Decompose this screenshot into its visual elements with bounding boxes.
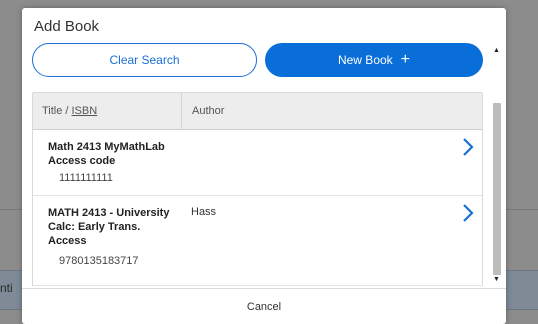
table-row[interactable]: Math 2413 MyMathLab Access code 11111111… <box>33 130 482 196</box>
column-header-author[interactable]: Author <box>182 93 224 129</box>
dialog-footer: Cancel <box>22 288 506 324</box>
scrollbar-thumb[interactable] <box>493 103 501 275</box>
background-partial-text: nti <box>0 281 13 295</box>
results-scroll-area[interactable]: Title / ISBN Author Math 2413 MyMathLab … <box>22 86 506 286</box>
scroll-down-arrow-icon[interactable]: ▼ <box>493 276 500 283</box>
add-book-dialog: Add Book Clear Search New Book + Title /… <box>22 8 506 324</box>
table-row[interactable]: MATH 2413 - University Calc: Early Trans… <box>33 196 482 286</box>
cancel-button[interactable]: Cancel <box>247 301 281 313</box>
clear-search-button[interactable]: Clear Search <box>32 43 257 77</box>
results-table: Title / ISBN Author Math 2413 MyMathLab … <box>32 92 483 286</box>
chevron-right-icon[interactable] <box>462 138 474 156</box>
vertical-scrollbar[interactable]: ▲ ▼ <box>491 43 503 288</box>
new-book-label: New Book <box>337 53 393 67</box>
column-header-isbn: ISBN <box>71 105 98 117</box>
book-isbn: 9780135183717 <box>59 255 139 267</box>
column-header-title: Title / <box>42 105 69 117</box>
book-isbn: 1111111111 <box>59 172 113 184</box>
book-author: Hass <box>191 206 217 218</box>
book-title: Math 2413 MyMathLab Access code <box>48 141 165 167</box>
dialog-title: Add Book <box>34 18 100 35</box>
chevron-right-icon[interactable] <box>462 204 474 222</box>
table-header: Title / ISBN Author <box>33 93 482 130</box>
column-header-title-isbn[interactable]: Title / ISBN <box>33 93 182 129</box>
scroll-up-arrow-icon[interactable]: ▲ <box>493 47 500 54</box>
book-title: MATH 2413 - University Calc: Early Trans… <box>48 207 170 247</box>
new-book-button[interactable]: New Book + <box>265 43 483 77</box>
plus-icon: + <box>400 51 411 68</box>
